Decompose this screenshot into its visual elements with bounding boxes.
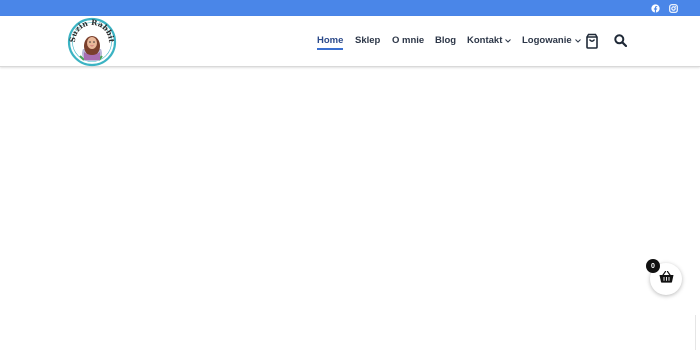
nav-kontakt[interactable]: Kontakt bbox=[467, 35, 512, 46]
facebook-icon[interactable] bbox=[649, 2, 661, 14]
search-icon[interactable] bbox=[614, 34, 628, 48]
nav-o-mnie[interactable]: O mnie bbox=[392, 35, 424, 46]
basket-icon bbox=[659, 270, 674, 288]
nav-sklep[interactable]: Sklep bbox=[355, 35, 380, 46]
site-header: Suzin Rabbit Home Sklep O mnie Blog Kont… bbox=[0, 16, 700, 67]
nav-logowanie[interactable]: Logowanie bbox=[522, 35, 581, 46]
chevron-down-icon bbox=[505, 35, 512, 46]
nav-blog[interactable]: Blog bbox=[435, 35, 456, 46]
cart-icon[interactable] bbox=[585, 33, 599, 49]
chevron-down-icon bbox=[574, 35, 581, 46]
cart-count-badge: 0 bbox=[646, 259, 660, 273]
site-logo[interactable]: Suzin Rabbit bbox=[66, 16, 118, 67]
top-bar bbox=[0, 0, 700, 16]
page-edge-divider bbox=[695, 315, 696, 350]
nav-kontakt-label: Kontakt bbox=[467, 35, 503, 46]
instagram-icon[interactable] bbox=[667, 2, 679, 14]
nav-logowanie-label: Logowanie bbox=[522, 35, 572, 46]
nav-home[interactable]: Home bbox=[317, 35, 344, 50]
